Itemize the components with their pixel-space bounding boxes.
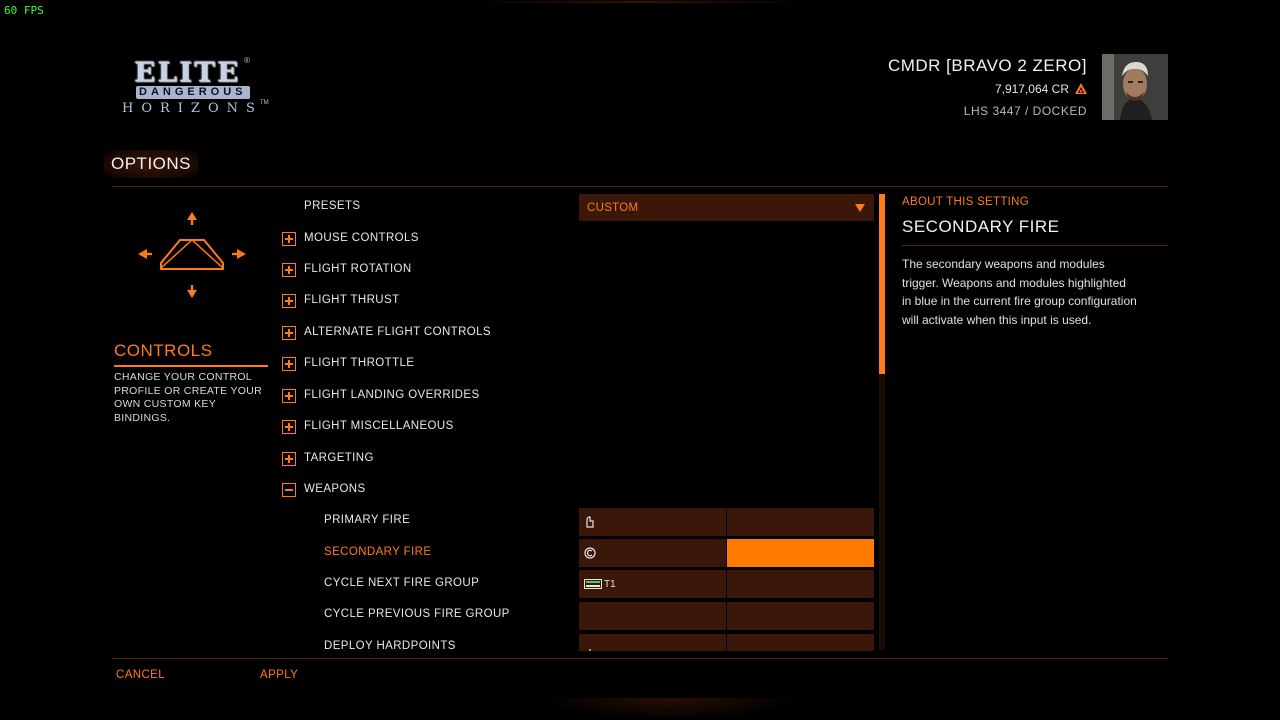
bottom-glow bbox=[540, 698, 800, 720]
primary-binding-slot[interactable]: T1 bbox=[579, 570, 726, 598]
binding-label: CYCLE PREVIOUS FIRE GROUP bbox=[324, 608, 510, 620]
options-screen: 60 FPS ELITE ® DANGEROUS HORIZONS TM CMD… bbox=[0, 0, 1280, 720]
secondary-binding-slot-selected[interactable] bbox=[727, 539, 874, 567]
commander-name: CMDR [BRAVO 2 ZERO] bbox=[887, 56, 1087, 75]
primary-binding-slot[interactable] bbox=[579, 602, 726, 630]
commander-location: LHS 3447 / DOCKED bbox=[963, 104, 1087, 118]
logo-dangerous-text: DANGEROUS bbox=[136, 86, 250, 99]
controls-description: CHANGE YOUR CONTROL PROFILE OR CREATE YO… bbox=[114, 371, 262, 424]
mouse-right-icon bbox=[584, 547, 596, 559]
secondary-binding-slot[interactable] bbox=[727, 634, 874, 651]
logo-elite-text: ELITE bbox=[134, 56, 241, 89]
commander-credits: 7,917,064 CR bbox=[994, 82, 1069, 96]
rank-icon bbox=[1075, 83, 1087, 94]
controls-title-underline bbox=[114, 365, 268, 367]
primary-binding-slot[interactable] bbox=[579, 634, 726, 651]
secondary-binding-slot[interactable] bbox=[727, 570, 874, 598]
list-scrollbar-thumb[interactable] bbox=[879, 194, 885, 374]
about-setting-description: The secondary weapons and modules trigge… bbox=[902, 257, 1137, 327]
logo-trademark-mark: TM bbox=[260, 100, 269, 106]
cancel-button[interactable]: CANCEL bbox=[116, 669, 165, 681]
commander-info: CMDR [BRAVO 2 ZERO] 7,917,064 CR LHS 344… bbox=[888, 56, 1087, 118]
controls-section-title: CONTROLS bbox=[114, 341, 213, 360]
binding-label: DEPLOY HARDPOINTS bbox=[324, 640, 456, 651]
binding-label: SECONDARY FIRE bbox=[324, 546, 432, 558]
commander-avatar[interactable] bbox=[1102, 54, 1168, 120]
about-divider bbox=[902, 245, 1168, 246]
binding-list: PRIMARY FIRE SECONDARY FIRE CYCLE NEXT F… bbox=[280, 190, 880, 651]
about-setting-title: SECONDARY FIRE bbox=[902, 217, 1060, 236]
keyboard-icon: T1 bbox=[584, 579, 616, 590]
binding-key-text: T1 bbox=[604, 578, 616, 590]
about-setting-label: ABOUT THIS SETTING bbox=[902, 196, 1030, 208]
binding-label: CYCLE NEXT FIRE GROUP bbox=[324, 577, 480, 589]
secondary-binding-slot[interactable] bbox=[727, 508, 874, 536]
binding-label: PRIMARY FIRE bbox=[324, 514, 411, 526]
commander-credits-row: 7,917,064 CR bbox=[888, 82, 1087, 96]
apply-button[interactable]: APPLY bbox=[260, 669, 298, 681]
mouse-move-icon bbox=[584, 649, 596, 651]
ship-controls-diagram-icon bbox=[138, 212, 246, 298]
fps-counter: 60 FPS bbox=[4, 4, 44, 17]
footer-divider bbox=[112, 658, 1168, 659]
mouse-left-icon bbox=[584, 516, 594, 528]
logo-horizons-text: HORIZONS bbox=[122, 101, 263, 116]
avatar-portrait-icon bbox=[1102, 54, 1168, 120]
primary-binding-slot[interactable] bbox=[579, 539, 726, 567]
game-logo: ELITE ® DANGEROUS HORIZONS TM bbox=[116, 56, 276, 120]
page-title: OPTIONS bbox=[104, 150, 199, 178]
header-divider bbox=[112, 186, 1168, 187]
top-glow bbox=[460, 0, 820, 4]
secondary-binding-slot[interactable] bbox=[727, 602, 874, 630]
logo-registered-mark: ® bbox=[244, 56, 250, 65]
primary-binding-slot[interactable] bbox=[579, 508, 726, 536]
